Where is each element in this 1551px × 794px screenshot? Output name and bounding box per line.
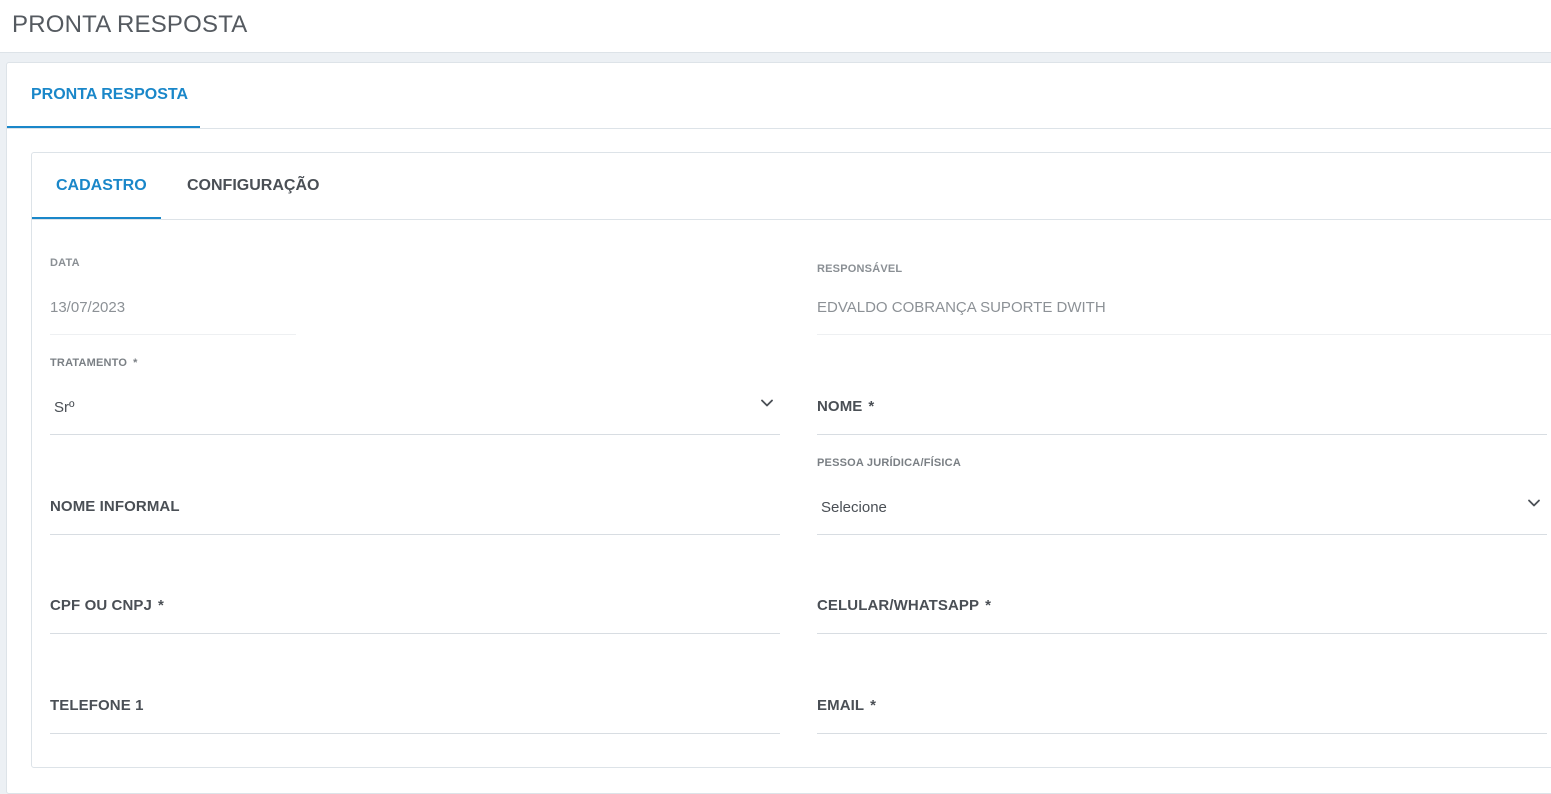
tab-configuracao[interactable]: CONFIGURAÇÃO: [187, 153, 319, 219]
cpf-cnpj-input[interactable]: CPF OU CNPJ *: [50, 573, 780, 634]
data-value: 13/07/2023: [50, 299, 126, 316]
chevron-down-icon[interactable]: [759, 395, 775, 411]
nome-informal-label: NOME INFORMAL: [50, 498, 180, 515]
celular-label: CELULAR/WHATSAPP *: [817, 597, 992, 614]
celular-input[interactable]: CELULAR/WHATSAPP *: [817, 573, 1547, 634]
nome-informal-input[interactable]: NOME INFORMAL: [50, 473, 780, 535]
chevron-down-icon[interactable]: [1526, 495, 1542, 511]
email-label: EMAIL *: [817, 697, 877, 714]
telefone1-input[interactable]: TELEFONE 1: [50, 672, 780, 734]
form-card: CADASTRO CONFIGURAÇÃO DATA 13/07/2023 RE…: [31, 152, 1551, 768]
tab-cadastro[interactable]: CADASTRO: [32, 153, 161, 219]
telefone1-label: TELEFONE 1: [50, 697, 144, 714]
responsavel-label: RESPONSÁVEL: [817, 263, 903, 275]
main-card: PRONTA RESPOSTA CADASTRO CONFIGURAÇÃO DA…: [6, 62, 1551, 794]
nome-input[interactable]: NOME *: [817, 373, 1547, 435]
data-field: DATA 13/07/2023: [50, 253, 296, 335]
responsavel-field: RESPONSÁVEL EDVALDO COBRANÇA SUPORTE DWI…: [817, 259, 1551, 335]
email-input[interactable]: EMAIL *: [817, 672, 1547, 734]
tratamento-label: TRATAMENTO *: [50, 357, 138, 369]
tratamento-value: Srº: [54, 399, 75, 416]
outer-tab-bar: PRONTA RESPOSTA: [7, 63, 1551, 129]
nome-label: NOME *: [817, 398, 875, 415]
pessoa-value: Selecione: [821, 499, 887, 516]
cpf-cnpj-label: CPF OU CNPJ *: [50, 597, 164, 614]
pessoa-select[interactable]: PESSOA JURÍDICA/FÍSICA Selecione: [817, 453, 1547, 535]
page-header: PRONTA RESPOSTA: [0, 0, 1551, 53]
inner-tab-bar: CADASTRO CONFIGURAÇÃO: [32, 153, 1551, 220]
responsavel-value: EDVALDO COBRANÇA SUPORTE DWITH: [817, 299, 1106, 316]
tab-pronta-resposta[interactable]: PRONTA RESPOSTA: [7, 63, 200, 128]
pessoa-label: PESSOA JURÍDICA/FÍSICA: [817, 457, 961, 469]
page-title: PRONTA RESPOSTA: [12, 11, 248, 38]
tratamento-select[interactable]: TRATAMENTO * Srº: [50, 353, 780, 435]
data-label: DATA: [50, 257, 80, 269]
